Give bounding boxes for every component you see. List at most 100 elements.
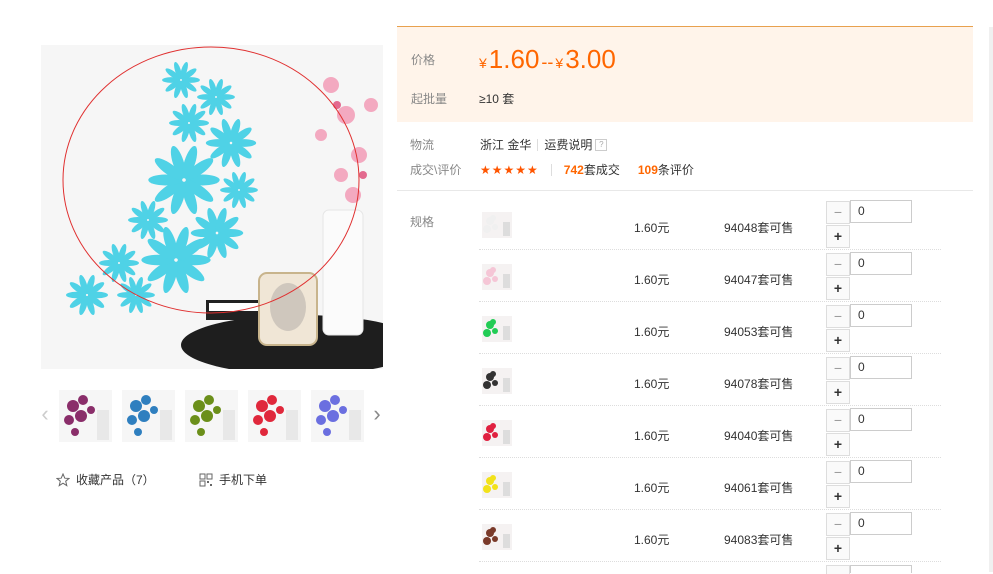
spec-stock: 94061套可售: [724, 481, 794, 495]
thumbnail-5[interactable]: [311, 390, 364, 442]
thumbnail-flower: [267, 395, 277, 405]
thumbnail-flower: [260, 428, 268, 436]
thumbnail-1[interactable]: [59, 390, 112, 442]
spec-price: 1.60元: [634, 481, 670, 495]
partial-button: [826, 565, 850, 574]
quantity-input[interactable]: 0: [850, 304, 912, 327]
reviews-count[interactable]: 109: [638, 163, 658, 177]
logistics-location: 浙江 金华: [480, 138, 532, 152]
swatch-flower: [483, 329, 491, 337]
spec-price: 1.60元: [634, 377, 670, 391]
increase-button[interactable]: +: [826, 485, 850, 508]
thumbnail-prev-icon[interactable]: ‹: [38, 400, 52, 428]
quantity-input[interactable]: 0: [850, 356, 912, 379]
thumbnail-vase: [160, 410, 172, 440]
spec-list: 1.60元 94048套可售 −0 +1.60元 94047套可售 −0 +1.60元 940…: [479, 198, 941, 562]
spec-price: 1.60元: [634, 429, 670, 443]
thumbnail-3[interactable]: [185, 390, 238, 442]
spec-swatch[interactable]: [482, 472, 512, 498]
increase-button[interactable]: +: [826, 329, 850, 352]
swatch-graphic: [483, 371, 510, 392]
quantity-stepper: −0 +: [826, 512, 916, 560]
scrollbar[interactable]: [989, 27, 993, 572]
decrease-button[interactable]: −: [826, 253, 850, 276]
increase-button[interactable]: +: [826, 277, 850, 300]
swatch-flower: [490, 215, 496, 221]
quantity-input[interactable]: 0: [850, 200, 912, 223]
spec-row: 1.60元 94061套可售 −0 +: [479, 458, 941, 510]
favorite-button[interactable]: 收藏产品（7）: [56, 471, 155, 488]
thumbnail-vase: [349, 410, 361, 440]
swatch-flower: [492, 380, 498, 386]
swatch-flower: [490, 267, 496, 273]
quantity-stepper: −0 +: [826, 460, 916, 508]
thumbnail-flower: [204, 395, 214, 405]
increase-button[interactable]: +: [826, 225, 850, 248]
spec-stock: 94053套可售: [724, 325, 794, 339]
spec-stock: 94083套可售: [724, 533, 794, 547]
help-icon[interactable]: ?: [595, 138, 608, 151]
increase-button[interactable]: +: [826, 537, 850, 560]
logistics-label: 物流: [410, 138, 435, 152]
spec-swatch[interactable]: [482, 368, 512, 394]
thumbnail-flower: [141, 395, 151, 405]
price-panel: 价格 ¥ 1.60 -- ¥ 3.00 起批量 ≥10 套: [397, 26, 973, 122]
thumbnail-4[interactable]: [248, 390, 301, 442]
increase-button[interactable]: +: [826, 381, 850, 404]
thumbnail-vase: [223, 410, 235, 440]
decrease-button[interactable]: −: [826, 357, 850, 380]
thumbnail-flower: [339, 406, 347, 414]
section-divider: [397, 190, 973, 191]
reviews-unit[interactable]: 条评价: [658, 161, 694, 178]
spec-row: 1.60元 94040套可售 −0 +: [479, 406, 941, 458]
decrease-button[interactable]: −: [826, 409, 850, 432]
spec-row: 1.60元 94053套可售 −0 +: [479, 302, 941, 354]
mobile-order-button[interactable]: 手机下单: [199, 471, 267, 488]
quantity-input[interactable]: 0: [850, 252, 912, 275]
quantity-input[interactable]: 0: [850, 460, 912, 483]
thumbnail-next-icon[interactable]: ›: [370, 400, 384, 428]
main-image-graphic: [41, 45, 383, 369]
spec-swatch[interactable]: [482, 316, 512, 342]
swatch-flower: [490, 475, 496, 481]
spec-swatch[interactable]: [482, 264, 512, 290]
main-product-image[interactable]: [41, 45, 383, 369]
quantity-stepper: −0 +: [826, 408, 916, 456]
thumbnail-flower: [327, 410, 339, 422]
quantity-input[interactable]: 0: [850, 408, 912, 431]
quantity-input[interactable]: 0: [850, 512, 912, 535]
spec-swatch[interactable]: [482, 524, 512, 550]
increase-button[interactable]: +: [826, 433, 850, 456]
currency-symbol: ¥: [479, 55, 487, 71]
swatch-vase: [503, 274, 510, 288]
price-row: 价格 ¥ 1.60 -- ¥ 3.00: [411, 44, 616, 75]
spec-swatch[interactable]: [482, 212, 512, 238]
swatch-graphic: [483, 475, 510, 496]
qr-code-icon: [199, 473, 213, 486]
swatch-vase: [503, 430, 510, 444]
spec-swatch[interactable]: [482, 420, 512, 446]
swatch-flower: [490, 319, 496, 325]
product-actions: 收藏产品（7） 手机下单: [56, 471, 386, 491]
shipping-info-link[interactable]: 运费说明: [544, 136, 592, 153]
spec-row: 1.60元 94078套可售 −0 +: [479, 354, 941, 406]
swatch-flower: [483, 277, 491, 285]
thumbnail-vase: [97, 410, 109, 440]
swatch-graphic: [483, 319, 510, 340]
thumbnail-flower: [134, 428, 142, 436]
spec-price: 1.60元: [634, 221, 670, 235]
spec-row: 1.60元 94048套可售 −0 +: [479, 198, 941, 250]
thumbnail-2[interactable]: [122, 390, 175, 442]
decrease-button[interactable]: −: [826, 461, 850, 484]
swatch-flower: [492, 224, 498, 230]
thumbnail-flower: [75, 410, 87, 422]
thumbnail-flower: [256, 400, 268, 412]
decrease-button[interactable]: −: [826, 513, 850, 536]
thumbnail-flower: [64, 415, 74, 425]
decrease-button[interactable]: −: [826, 201, 850, 224]
thumbnail-flower: [264, 410, 276, 422]
spec-price: 1.60元: [634, 325, 670, 339]
swatch-vase: [503, 482, 510, 496]
deals-unit: 套成交: [583, 163, 620, 177]
decrease-button[interactable]: −: [826, 305, 850, 328]
